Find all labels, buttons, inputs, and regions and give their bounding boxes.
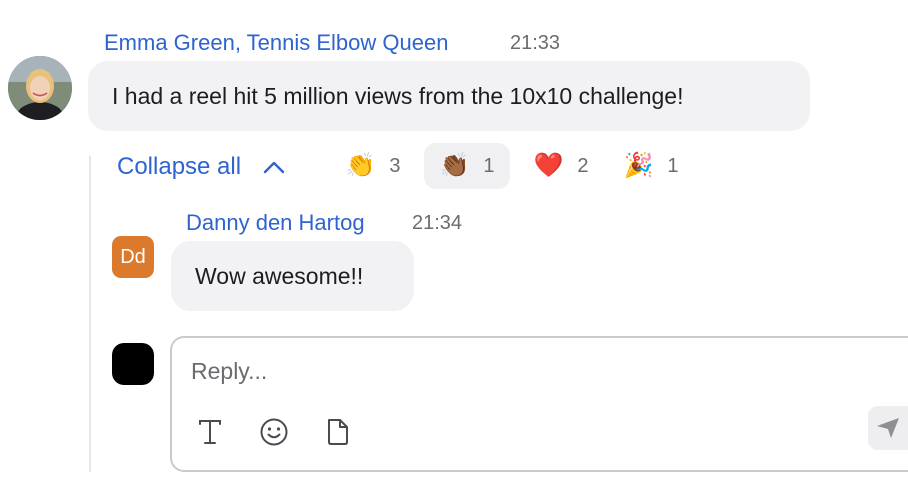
reaction-count: 3 [389,154,401,177]
author-name[interactable]: Danny den Hartog [186,210,365,236]
avatar-initials: Dd [120,245,146,268]
thread-line [89,156,91,472]
reply-input[interactable]: Reply... [191,358,267,385]
message-timestamp: 21:34 [412,212,463,234]
clapping-hands-icon: 👏 [345,152,376,179]
reaction-count: 1 [667,154,679,177]
reaction-count: 2 [577,154,589,177]
red-heart-icon: ❤️ [533,152,564,179]
file-icon[interactable] [322,416,354,448]
reaction-clap-dark[interactable]: 👏🏾 1 [424,143,510,189]
reaction-clap[interactable]: 👏 3 [336,143,410,189]
author-name[interactable]: Emma Green, Tennis Elbow Queen [104,30,448,56]
message-text: I had a reel hit 5 million views from th… [112,82,684,109]
current-user-avatar [112,343,154,385]
reaction-party[interactable]: 🎉 1 [614,143,688,189]
message-timestamp: 21:33 [510,32,561,54]
send-icon [877,418,899,438]
collapse-all-label: Collapse all [117,153,242,180]
message-text: Wow awesome!! [195,262,364,289]
party-popper-icon: 🎉 [623,152,654,179]
message-bubble[interactable]: Wow awesome!! [171,241,414,311]
reaction-count: 1 [483,154,495,177]
send-button[interactable] [868,406,908,450]
reaction-heart[interactable]: ❤️ 2 [524,143,598,189]
reply-composer[interactable]: Reply... [170,336,908,472]
emoji-icon[interactable] [258,416,290,448]
user-photo [8,56,72,120]
chevron-up-icon [263,160,285,174]
clapping-hands-dark-icon: 👏🏾 [439,152,470,179]
avatar[interactable]: Dd [112,236,154,278]
collapse-all-button[interactable]: Collapse all [117,150,285,184]
avatar[interactable] [8,56,72,120]
message-bubble[interactable]: I had a reel hit 5 million views from th… [88,61,810,131]
text-format-icon[interactable] [194,416,226,448]
